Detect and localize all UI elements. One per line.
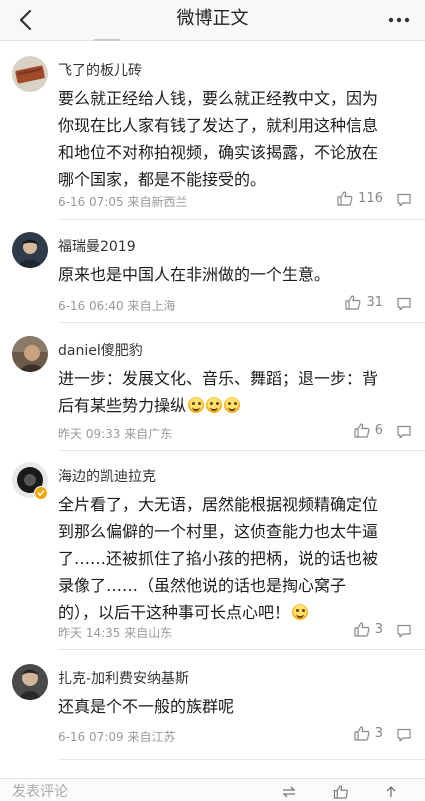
user-name[interactable]: 海边的凯迪拉克	[58, 466, 156, 486]
like-count: 6	[374, 423, 383, 438]
verified-badge-icon	[34, 486, 48, 500]
page-title: 微博正文	[176, 8, 249, 29]
comment-text: 全片看了，大无语，居然能根据视频精确定位 到那么偏僻的一个村里，这侦查能力也太牛…	[58, 491, 411, 626]
emoji-icon	[188, 397, 205, 413]
share-icon[interactable]	[382, 785, 400, 799]
repost-icon[interactable]	[280, 785, 298, 799]
like-button[interactable]: 6	[354, 423, 383, 438]
emoji-icon	[206, 397, 223, 413]
avatar[interactable]	[12, 664, 48, 700]
user-name[interactable]: 飞了的板儿砖	[58, 60, 142, 80]
user-name[interactable]: 扎克-加利费安纳基斯	[58, 668, 189, 688]
comment-meta: 6-16 07:09 来自江苏	[58, 730, 176, 744]
comment-text-body: 全片看了，大无语，居然能根据视频精确定位 到那么偏僻的一个村里，这侦查能力也太牛…	[58, 495, 379, 622]
comment-icon[interactable]	[396, 728, 412, 742]
avatar[interactable]	[12, 56, 48, 92]
like-count: 3	[374, 622, 383, 637]
more-icon[interactable]	[385, 6, 413, 34]
like-button[interactable]: 31	[345, 295, 383, 310]
comment-item: 海边的凯迪拉克 全片看了，大无语，居然能根据视频精确定位 到那么偏僻的一个村里，…	[0, 462, 425, 658]
comment-meta: 昨天 09:33 来自广东	[58, 427, 173, 441]
divider	[58, 322, 425, 323]
comment-text: 要么就正经给人钱，要么就正经教中文，因为 你现在比人家有钱了发达了，就利用这种信…	[58, 89, 379, 189]
comment-meta: 昨天 14:35 来自山东	[58, 626, 173, 640]
divider	[58, 219, 425, 220]
comment-item: 福瑞曼2019 原来也是中国人在非洲做的一个生意。 6-16 06:40 来自上…	[0, 232, 425, 323]
comment-meta: 6-16 07:05 来自新西兰	[58, 195, 188, 209]
comment-item: daniel傻肥豹 进一步：发展文化、音乐、舞蹈；退一步：背 后有某些势力操纵 …	[0, 336, 425, 456]
comment-text: 还真是个不一般的族群呢	[58, 697, 235, 716]
bottom-bar: 发表评论	[0, 778, 425, 801]
comment-text: 进一步：发展文化、音乐、舞蹈；退一步：背 后有某些势力操纵	[58, 365, 411, 419]
emoji-icon	[224, 397, 241, 413]
comment-icon[interactable]	[396, 425, 412, 439]
divider	[58, 649, 425, 650]
comment-item: 扎克-加利费安纳基斯 还真是个不一般的族群呢 6-16 07:09 来自江苏 3	[0, 664, 425, 760]
like-count: 116	[358, 191, 383, 206]
like-button[interactable]: 116	[337, 191, 383, 206]
like-count: 3	[374, 726, 383, 741]
compose-input[interactable]: 发表评论	[12, 781, 68, 801]
comment-icon[interactable]	[396, 297, 412, 311]
navbar: 微博正文	[0, 0, 425, 41]
divider	[58, 759, 425, 760]
like-button[interactable]: 3	[354, 726, 383, 741]
divider	[58, 450, 425, 451]
thumbs-up-icon[interactable]	[332, 785, 350, 799]
thumbs-up-icon	[354, 423, 370, 438]
thumbs-up-icon	[345, 295, 361, 310]
like-button[interactable]: 3	[354, 622, 383, 637]
avatar[interactable]	[12, 336, 48, 372]
comment-item: 飞了的板儿砖 要么就正经给人钱，要么就正经教中文，因为 你现在比人家有钱了发达了…	[0, 56, 425, 220]
thumbs-up-icon	[354, 726, 370, 741]
user-name[interactable]: 福瑞曼2019	[58, 236, 136, 256]
comment-icon[interactable]	[396, 624, 412, 638]
like-count: 31	[366, 295, 383, 310]
comment-text: 原来也是中国人在非洲做的一个生意。	[58, 265, 331, 284]
emoji-icon	[292, 604, 309, 620]
tab-indicator	[94, 39, 120, 41]
avatar[interactable]	[12, 232, 48, 268]
comment-icon[interactable]	[396, 193, 412, 207]
thumbs-up-icon	[337, 191, 353, 206]
comment-meta: 6-16 06:40 来自上海	[58, 299, 176, 313]
thumbs-up-icon	[354, 622, 370, 637]
user-name[interactable]: daniel傻肥豹	[58, 340, 143, 360]
